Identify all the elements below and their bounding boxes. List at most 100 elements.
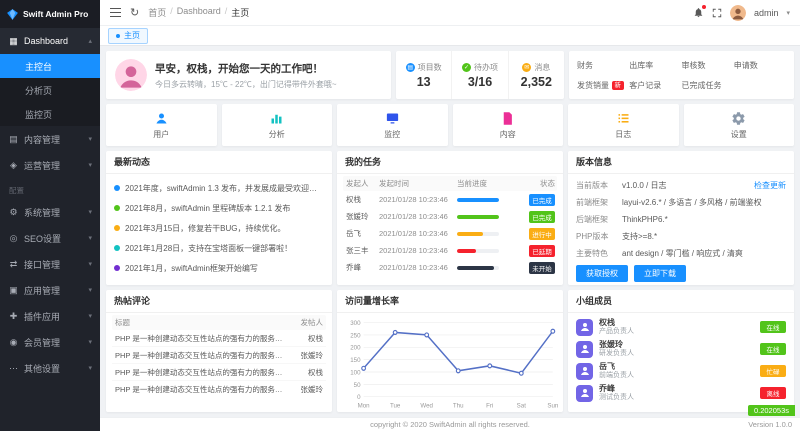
sidebar-item-dashboard[interactable]: ▦ Dashboard ▴ [0, 28, 100, 54]
team-member[interactable]: 张媛玲研发负责人 在线 [576, 338, 786, 360]
sidebar-item-api-mgmt[interactable]: ⇄ 接口管理 ▾ [0, 251, 100, 277]
quick-link[interactable]: 发货销量新 [577, 80, 629, 91]
stat-todos: ✓待办项 3/16 [452, 51, 508, 99]
task-owner: 张媛玲 [343, 211, 379, 222]
sidebar-item-plugins[interactable]: ✚ 插件应用 ▾ [0, 303, 100, 329]
svg-text:300: 300 [350, 320, 361, 327]
quick-link[interactable]: 客户记录 [629, 80, 681, 91]
member-name: 权栈 [599, 318, 634, 327]
bar-chart-icon [269, 111, 284, 126]
shortcut-settings[interactable]: 设置 [684, 104, 795, 146]
operation-icon: ◈ [8, 160, 19, 171]
shortcut-content[interactable]: 内容 [453, 104, 564, 146]
welcome-card: 早安，权栈，开始您一天的工作吧！ 今日多云转晴，15℃ - 22℃，出门记得带件… [106, 51, 391, 99]
quick-link[interactable]: 财务 [577, 60, 629, 71]
comment-author: 张媛玲 [292, 384, 326, 395]
stat-value: 13 [417, 75, 431, 89]
gear-icon [731, 111, 746, 126]
news-item-icon [114, 185, 120, 191]
member-status-badge: 在线 [760, 343, 786, 355]
news-item[interactable]: 2021年1月28日，支持在宝塔面板一键部署啦！ [114, 238, 324, 258]
new-badge: 新 [612, 81, 624, 90]
task-progress-bar [457, 215, 499, 219]
comment-row[interactable]: PHP 是一种创建动态交互性站点的强有力的服务器端脚本语言 权栈 [112, 330, 326, 347]
sidebar-item-monitor-page[interactable]: 监控页 [0, 102, 100, 126]
user-avatar[interactable] [730, 5, 746, 21]
comment-row[interactable]: PHP 是一种创建动态交互性站点的强有力的服务器端脚本语言 权栈 [112, 364, 326, 381]
sidebar-item-content-mgmt[interactable]: ▤ 内容管理 ▾ [0, 126, 100, 152]
quick-link[interactable]: 申请数 [734, 60, 786, 71]
username[interactable]: admin [754, 8, 779, 18]
shortcut-logs[interactable]: 日志 [568, 104, 679, 146]
news-item[interactable]: 2021年1月，swiftAdmin框架开始编写 [114, 258, 324, 278]
sidebar-item-system-mgmt[interactable]: ⚙ 系统管理 ▾ [0, 199, 100, 225]
chevron-down-icon: ▾ [88, 135, 92, 143]
task-row[interactable]: 张媛玲 2021/01/28 10:23:46 已完成 [343, 208, 557, 225]
user-avatar-large [115, 59, 147, 91]
notifications-bell-icon[interactable] [693, 7, 704, 18]
comment-row[interactable]: PHP 是一种创建动态交互性站点的强有力的服务器端脚本语言 张媛玲 [112, 381, 326, 398]
member-status-badge: 忙碌 [760, 365, 786, 377]
shortcut-analysis[interactable]: 分析 [222, 104, 333, 146]
shortcut-monitor[interactable]: 监控 [337, 104, 448, 146]
task-row[interactable]: 乔峰 2021/01/28 10:23:46 未开始 [343, 259, 557, 276]
svg-text:Fri: Fri [486, 402, 493, 409]
quick-link[interactable]: 出库率 [629, 60, 681, 71]
gear-icon: ⚙ [8, 207, 19, 218]
get-license-button[interactable]: 获取授权 [576, 265, 628, 282]
version-value: ThinkPHP6.* [622, 215, 668, 224]
svg-text:Wed: Wed [420, 402, 433, 409]
app-logo[interactable]: Swift Admin Pro [0, 0, 100, 28]
sidebar-item-console[interactable]: 主控台 [0, 54, 100, 78]
card-title: 访问量增长率 [337, 290, 563, 313]
news-item[interactable]: 2021年度，swiftAdmin 1.3 发布，并发展成最受欢迎的极速开发框架… [114, 178, 324, 198]
member-avatar [576, 385, 593, 402]
column-header: 标题 [112, 317, 292, 328]
quick-link[interactable]: 审核数 [682, 60, 734, 71]
sidebar-item-analysis-page[interactable]: 分析页 [0, 78, 100, 102]
team-member[interactable]: 岳飞前端负责人 忙碌 [576, 360, 786, 382]
breadcrumb-section[interactable]: Dashboard [177, 6, 221, 19]
menu-collapse-icon[interactable] [110, 8, 121, 17]
chevron-down-icon: ▾ [88, 312, 92, 320]
shortcut-label: 设置 [731, 129, 747, 140]
sidebar-item-operation-mgmt[interactable]: ◈ 运营管理 ▾ [0, 152, 100, 178]
sidebar-item-app-mgmt[interactable]: ▣ 应用管理 ▾ [0, 277, 100, 303]
column-header: 发起时间 [379, 178, 457, 189]
news-item-text: 2021年1月28日，支持在宝塔面板一键部署啦！ [125, 243, 292, 254]
svg-text:250: 250 [350, 332, 361, 339]
team-member[interactable]: 乔峰测试负责人 离线 [576, 382, 786, 404]
task-row[interactable]: 岳飞 2021/01/28 10:23:46 进行中 [343, 225, 557, 242]
dashboard-icon: ▦ [8, 36, 19, 47]
member-role: 产品负责人 [599, 328, 634, 336]
chevron-down-icon: ▾ [88, 260, 92, 268]
copyright-text: copyright © 2020 SwiftAdmin all rights r… [370, 420, 530, 429]
list-icon [616, 111, 631, 126]
shortcut-users[interactable]: 用户 [106, 104, 217, 146]
news-item[interactable]: 2021年3月15日，修复若干BUG，持续优化。 [114, 218, 324, 238]
task-row[interactable]: 张三丰 2021/01/28 10:23:46 已延期 [343, 242, 557, 259]
tab-home[interactable]: 主页 [108, 28, 148, 44]
comment-row[interactable]: PHP 是一种创建动态交互性站点的强有力的服务器端脚本语言 张媛玲 [112, 347, 326, 364]
quick-link[interactable]: 已完成任务 [682, 80, 734, 91]
breadcrumb-home[interactable]: 首页 [148, 6, 166, 19]
check-update-link[interactable]: 检查更新 [754, 180, 786, 191]
visits-chart-card: 访问量增长率 050100150200250300MonTueWedThuFri… [337, 290, 563, 412]
fullscreen-icon[interactable] [712, 8, 722, 18]
refresh-icon[interactable]: ↻ [130, 6, 139, 19]
task-row[interactable]: 权栈 2021/01/28 10:23:46 已完成 [343, 191, 557, 208]
team-member[interactable]: 权栈产品负责人 在线 [576, 316, 786, 338]
sidebar-item-other-settings[interactable]: ⋯ 其他设置 ▾ [0, 355, 100, 381]
download-button[interactable]: 立即下载 [634, 265, 686, 282]
sidebar-item-seo-settings[interactable]: ◎ SEO设置 ▾ [0, 225, 100, 251]
sidebar-item-members[interactable]: ◉ 会员管理 ▾ [0, 329, 100, 355]
news-item[interactable]: 2021年8月，swiftAdmin 里程碑版本 1.2.1 发布 [114, 198, 324, 218]
card-title: 小组成员 [568, 290, 794, 313]
comment-title: PHP 是一种创建动态交互性站点的强有力的服务器端脚本语言 [112, 333, 292, 344]
task-owner: 乔峰 [343, 262, 379, 273]
svg-text:Sun: Sun [547, 402, 558, 409]
task-time: 2021/01/28 10:23:46 [379, 229, 457, 238]
news-item-icon [114, 225, 120, 231]
news-item-icon [114, 205, 120, 211]
quick-link-label: 申请数 [734, 60, 758, 71]
